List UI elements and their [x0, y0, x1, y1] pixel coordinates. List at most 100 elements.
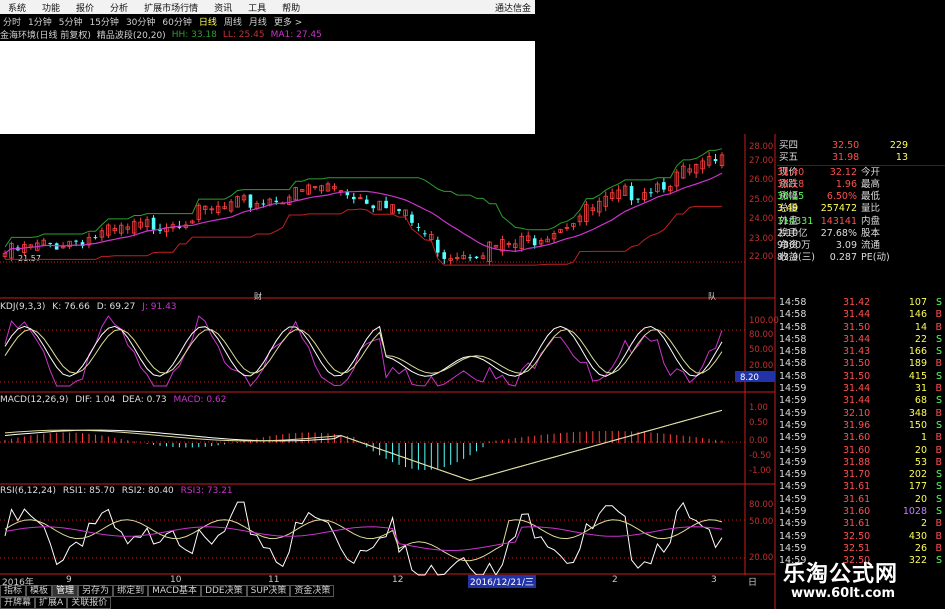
tick-list[interactable]: 14:58 31.42 107 S 14:58 31.44 146 B 14:58 31.50 14…: [777, 297, 945, 568]
quote-label: 内盘: [861, 215, 881, 227]
tick-price: 31.44: [843, 383, 871, 395]
quote-label: 最低: [861, 191, 881, 203]
tick-side: S: [935, 333, 942, 345]
candle-body: [384, 200, 388, 209]
tick-volume: 177: [908, 481, 927, 493]
rsi-axis-label: 80.00: [749, 500, 773, 510]
extra-tab[interactable]: 扩展A: [35, 597, 68, 609]
kdj-k-line: [4, 325, 723, 377]
macd-title: MACD(12,26,9): [0, 395, 69, 405]
buy4-label: 买四: [779, 140, 799, 151]
indicator-tab[interactable]: 绑定到: [113, 585, 149, 597]
tick-time: 14:59: [779, 530, 807, 542]
candle-body: [410, 214, 414, 223]
tick-side: B: [935, 542, 942, 554]
kdj-j-line: [4, 315, 723, 387]
tick-time: 14:58: [779, 309, 807, 321]
candle-body: [261, 203, 266, 205]
quote-value: 257472: [820, 203, 857, 215]
tick-price: 31.70: [843, 469, 871, 481]
macd-axis-label: 0.00: [749, 436, 768, 446]
tick-side: B: [935, 530, 942, 542]
macd-axis-label: 0.50: [749, 418, 768, 428]
macd-title-line: MACD(12,26,9) DIF: 1.04 DEA: 0.73 MACD: …: [0, 395, 226, 405]
quote-panel: 买四 32.50 229 买五 31.98 13 现价 32.12 今开 31.40 涨跌 1.96 最…: [777, 140, 945, 264]
price-tick-label: 26.00: [749, 175, 773, 185]
candle-body: [371, 205, 375, 209]
rsi2-line: [4, 519, 723, 562]
tick-row: 14:59 31.60 20 B: [777, 445, 945, 457]
tick-row: 14:59 32.50 430 B: [777, 531, 945, 543]
tick-side: B: [935, 358, 942, 370]
quote-value: 32.12: [829, 167, 857, 179]
indicator-tab[interactable]: 管理: [52, 585, 79, 597]
quote-buy5: 买五 31.98 13: [777, 152, 945, 164]
macd-dif-line: [4, 409, 723, 482]
tick-price: 32.50: [843, 530, 871, 542]
rsi3-line: [4, 526, 723, 552]
kdj-axis-label: 80.00: [749, 330, 773, 340]
tick-row: 14:59 31.61 177 S: [777, 481, 945, 493]
tick-side: S: [935, 481, 942, 493]
tick-side: S: [935, 419, 942, 431]
quote-row: 外盘 143141 内盘 114331: [777, 216, 945, 228]
macd-dif: DIF: 1.04: [75, 395, 116, 405]
tick-volume: 430: [908, 530, 927, 542]
extra-tab[interactable]: 开牌幕: [0, 597, 36, 609]
candle-body: [442, 252, 447, 259]
kdj-axis-label: 50.00: [749, 345, 773, 355]
tick-price: 32.51: [843, 542, 871, 554]
kdj-title: KDJ(9,3,3): [0, 302, 46, 312]
tick-price: 31.61: [843, 481, 871, 493]
indicator-tab[interactable]: MACD基本: [148, 585, 202, 597]
tick-price: 31.44: [843, 395, 871, 407]
kdj-axis-label: 100.00: [749, 316, 779, 326]
indicator-tab[interactable]: 另存为: [78, 585, 114, 597]
indicator-tab[interactable]: 模板: [26, 585, 53, 597]
quote-value: 114331: [777, 215, 814, 227]
quote-value: 0.287: [829, 251, 857, 263]
date-label: 日: [748, 578, 758, 588]
indicator-tab[interactable]: SUP决策: [246, 585, 291, 597]
tick-price: 31.50: [843, 321, 871, 333]
kdj-flag: 8.20: [740, 373, 759, 383]
candle-body: [629, 186, 634, 201]
macd-axis-label: -1.00: [749, 466, 771, 476]
kdj-title-line: KDJ(9,3,3) K: 76.66 D: 69.27 J: 91.43: [0, 302, 177, 312]
candle-body: [54, 243, 59, 250]
quote-value: 6.50%: [826, 191, 857, 203]
quote-value: 1.96: [835, 179, 857, 191]
indicator-tab[interactable]: 资金决策: [290, 585, 335, 597]
tick-price: 31.44: [843, 309, 871, 321]
watermark-title: 乐淘公式网: [783, 562, 899, 587]
macd-dea-line: [4, 409, 723, 482]
tick-side: B: [935, 444, 942, 456]
quote-row: 涨幅 6.50% 最低 30.15: [777, 191, 945, 203]
tick-side: S: [935, 493, 942, 505]
candle-body: [397, 209, 401, 211]
tick-price: 31.60: [843, 444, 871, 456]
tick-time: 14:59: [779, 444, 807, 456]
tick-volume: 14: [914, 321, 927, 333]
quote-value: 3.49: [777, 203, 799, 215]
price-tick-label: 25.00: [749, 195, 773, 205]
candle-body: [435, 239, 440, 253]
indicator-tab[interactable]: DDE决策: [201, 585, 247, 597]
tick-price: 32.10: [843, 407, 871, 419]
buy5-label: 买五: [779, 152, 799, 164]
indicator-tab[interactable]: 指标: [0, 585, 27, 597]
tick-price: 31.96: [843, 419, 871, 431]
extra-tab[interactable]: 关联报价: [67, 597, 112, 609]
tick-volume: 2: [920, 518, 927, 530]
macd-axis-label: 1.00: [749, 403, 768, 413]
price-tick-label: 28.00: [749, 142, 773, 152]
quote-row: 总量 257472 量比 3.49: [777, 203, 945, 215]
quote-label: 量比: [861, 203, 881, 215]
quote-row: 涨跌 1.96 最高 33.18: [777, 179, 945, 191]
buy4-vol: 229: [889, 140, 908, 151]
rsi1-line: [4, 501, 723, 576]
tick-row: 14:59 31.96 150 S: [777, 420, 945, 432]
kdj-k: K: 76.66: [52, 302, 90, 312]
tick-volume: 348: [908, 407, 927, 419]
tick-side: B: [935, 518, 942, 530]
